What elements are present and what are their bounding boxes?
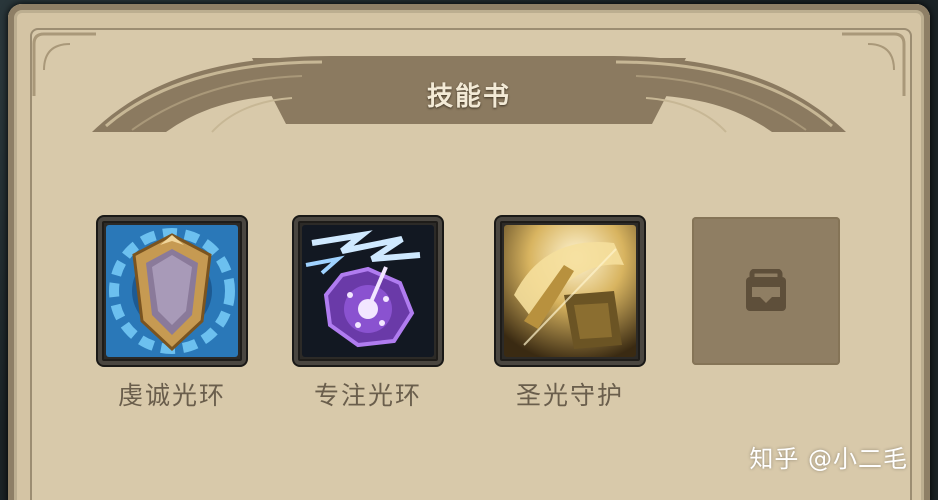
panel-title: 技能书 [426,82,511,112]
holy-guard-icon [504,225,636,357]
skill-slot-2[interactable] [294,217,442,365]
locked-skill-slot[interactable] [692,217,840,365]
skill-label-3: 圣光守护 [515,381,624,410]
skill-slot-1[interactable] [98,217,246,365]
skill-label-1: 虔诚光环 [117,381,226,410]
skill-book-screen: 技能书 虔诚光环 专注光环 圣光守护 知乎 @小二毛 [0,0,938,500]
skill-label-2: 专注光环 [313,381,422,410]
watermark: 知乎 @小二毛 [749,445,908,473]
lock-icon [746,269,786,311]
lightning-orb-icon [302,225,434,357]
shield-aura-icon [106,225,238,357]
skill-slot-3[interactable] [496,217,644,365]
